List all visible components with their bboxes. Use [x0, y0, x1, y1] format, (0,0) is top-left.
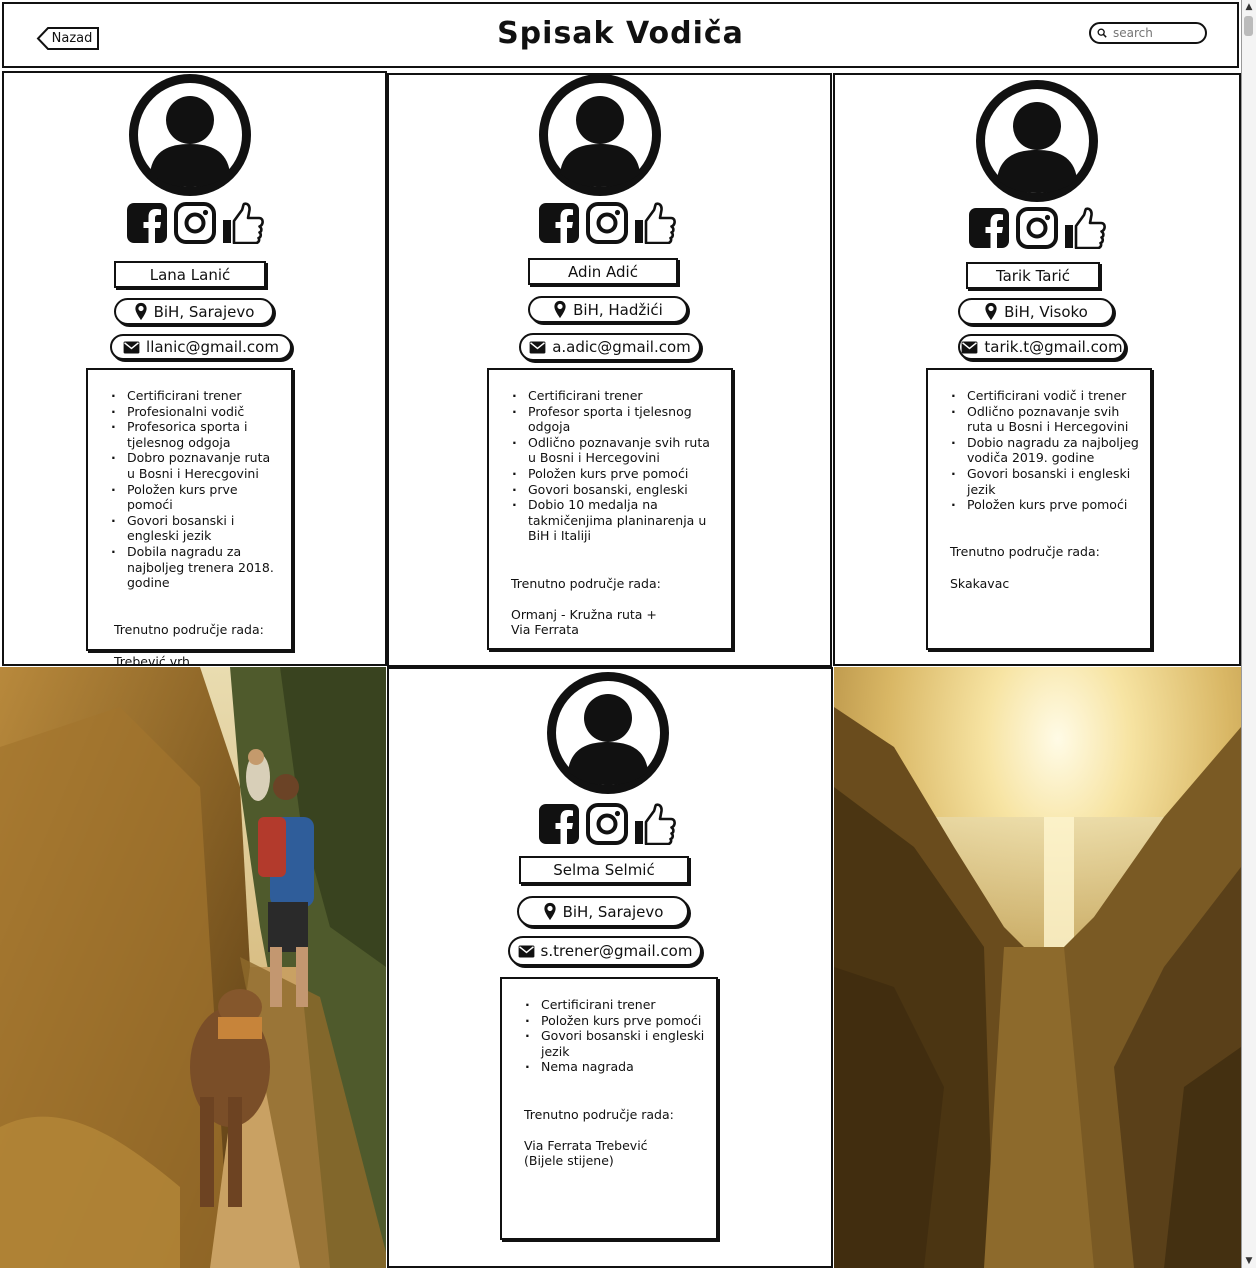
facebook-icon[interactable]	[126, 202, 168, 244]
user-avatar-icon	[125, 70, 255, 200]
list-item: Odlično poznavanje svih ruta u Bosni i H…	[512, 435, 721, 466]
email-text[interactable]: a.adic@gmail.com	[552, 338, 691, 356]
search-icon	[1097, 28, 1107, 38]
work-area-label: Trenutno područje rada:	[524, 1106, 674, 1122]
search-box[interactable]	[1089, 22, 1207, 44]
map-pin-icon	[134, 302, 148, 321]
work-area-value: Via Ferrata Trebević (Bijele stijene)	[524, 1137, 648, 1169]
email-pill[interactable]: llanic@gmail.com	[110, 334, 292, 360]
page-scrollbar[interactable]: ▲ ▼	[1241, 0, 1256, 1268]
thumbs-up-icon[interactable]	[634, 202, 676, 244]
header-bar: Nazad Spisak Vodiča	[2, 2, 1239, 68]
work-area-label: Trenutno područje rada:	[114, 622, 264, 638]
scroll-down-icon[interactable]: ▼	[1242, 1254, 1256, 1268]
guide-info-box: Certificirani trener Profesor sporta i t…	[487, 368, 733, 650]
thumbs-up-icon[interactable]	[634, 803, 676, 845]
list-item: Certificirani vodič i trener	[951, 388, 1140, 404]
list-item: Govori bosanski i engleski jezik	[525, 1028, 706, 1059]
thumbs-up-icon[interactable]	[1064, 207, 1106, 249]
map-pin-icon	[984, 302, 998, 321]
scroll-up-icon[interactable]: ▲	[1242, 0, 1256, 14]
list-item: Položen kurs prve pomoći	[951, 497, 1140, 513]
envelope-icon	[123, 341, 140, 354]
guide-name: Tarik Tarić	[966, 262, 1100, 289]
location-pill: BiH, Sarajevo	[114, 298, 274, 325]
valley-sunset-photo	[834, 667, 1241, 1268]
envelope-icon	[518, 945, 535, 958]
list-item: Profesorica sporta i tjelesnog odgoja	[111, 419, 281, 450]
envelope-icon	[961, 341, 978, 354]
qualification-list: Certificirani trener Položen kurs prve p…	[524, 997, 706, 1075]
instagram-icon[interactable]	[586, 803, 628, 845]
location-pill: BiH, Visoko	[958, 298, 1114, 325]
social-links	[538, 803, 676, 845]
location-text: BiH, Visoko	[1004, 302, 1088, 321]
list-item: Certificirani trener	[525, 997, 706, 1013]
list-item: Dobila nagradu za najboljeg trenera 2018…	[111, 544, 281, 591]
list-item: Položen kurs prve pomoći	[525, 1013, 706, 1029]
instagram-icon[interactable]	[1016, 207, 1058, 249]
list-item: Govori bosanski i engleski jezik	[951, 466, 1140, 497]
envelope-icon	[529, 341, 546, 354]
list-item: Dobio nagradu za najboljeg vodiča 2019. …	[951, 435, 1140, 466]
work-area-label: Trenutno područje rada:	[511, 575, 661, 591]
email-pill[interactable]: a.adic@gmail.com	[519, 333, 701, 361]
guide-name: Lana Lanić	[114, 261, 266, 288]
work-area-value: Ormanj - Kružna ruta + Via Ferrata	[511, 606, 657, 638]
list-item: Položen kurs prve pomoći	[111, 482, 281, 513]
email-text[interactable]: tarik.t@gmail.com	[984, 338, 1122, 356]
social-links	[968, 207, 1106, 249]
list-item: Položen kurs prve pomoći	[512, 466, 721, 482]
work-area-value: Skakavac	[950, 575, 1010, 591]
list-item: Profesor sporta i tjelesnog odgoja	[512, 404, 721, 435]
email-text[interactable]: s.trener@gmail.com	[541, 942, 693, 960]
guide-info-box: Certificirani vodič i trener Odlično poz…	[926, 368, 1152, 650]
list-item: Profesionalni vodič	[111, 404, 281, 420]
hiking-photo	[0, 667, 386, 1268]
list-item: Govori bosanski, engleski	[512, 482, 721, 498]
thumbs-up-icon[interactable]	[222, 202, 264, 244]
search-input[interactable]	[1111, 25, 1205, 41]
location-text: BiH, Sarajevo	[562, 902, 664, 921]
list-item: Certificirani trener	[111, 388, 281, 404]
instagram-icon[interactable]	[586, 202, 628, 244]
scroll-thumb[interactable]	[1244, 16, 1253, 36]
list-item: Dobio 10 medalja na takmičenjima planina…	[512, 497, 721, 544]
location-pill: BiH, Hadžići	[528, 296, 688, 323]
page-title: Spisak Vodiča	[497, 16, 744, 51]
guide-name: Selma Selmić	[519, 856, 689, 884]
guide-name: Adin Adić	[528, 258, 678, 285]
work-area-label: Trenutno područje rada:	[950, 544, 1100, 560]
facebook-icon[interactable]	[538, 202, 580, 244]
list-item: Odlično poznavanje svih ruta u Bosni i H…	[951, 404, 1140, 435]
list-item: Dobro poznavanje ruta u Bosni i Herecgov…	[111, 450, 281, 481]
email-text[interactable]: llanic@gmail.com	[146, 338, 279, 356]
location-text: BiH, Hadžići	[573, 300, 663, 319]
facebook-icon[interactable]	[538, 803, 580, 845]
sunset-image	[834, 667, 1241, 1268]
qualification-list: Certificirani vodič i trener Odlično poz…	[950, 388, 1140, 513]
map-pin-icon	[553, 300, 567, 319]
list-item: Certificirani trener	[512, 388, 721, 404]
list-item: Nema nagrada	[525, 1059, 706, 1075]
instagram-icon[interactable]	[174, 202, 216, 244]
hikers-image	[0, 667, 386, 1268]
facebook-icon[interactable]	[968, 207, 1010, 249]
user-avatar-icon	[535, 70, 665, 200]
guide-info-box: Certificirani trener Profesionalni vodič…	[86, 368, 293, 669]
location-pill: BiH, Sarajevo	[517, 896, 689, 927]
social-links	[538, 202, 676, 244]
email-pill[interactable]: s.trener@gmail.com	[508, 936, 702, 966]
social-links	[126, 202, 264, 244]
map-pin-icon	[543, 902, 557, 921]
list-item: Govori bosanski i engleski jezik	[111, 513, 281, 544]
qualification-list: Certificirani trener Profesor sporta i t…	[511, 388, 721, 544]
guide-info-box: Certificirani trener Položen kurs prve p…	[500, 977, 718, 1240]
qualification-list: Certificirani trener Profesionalni vodič…	[110, 388, 281, 591]
email-pill[interactable]: tarik.t@gmail.com	[958, 334, 1126, 360]
user-avatar-icon	[972, 76, 1102, 206]
location-text: BiH, Sarajevo	[153, 302, 255, 321]
user-avatar-icon	[543, 668, 673, 798]
